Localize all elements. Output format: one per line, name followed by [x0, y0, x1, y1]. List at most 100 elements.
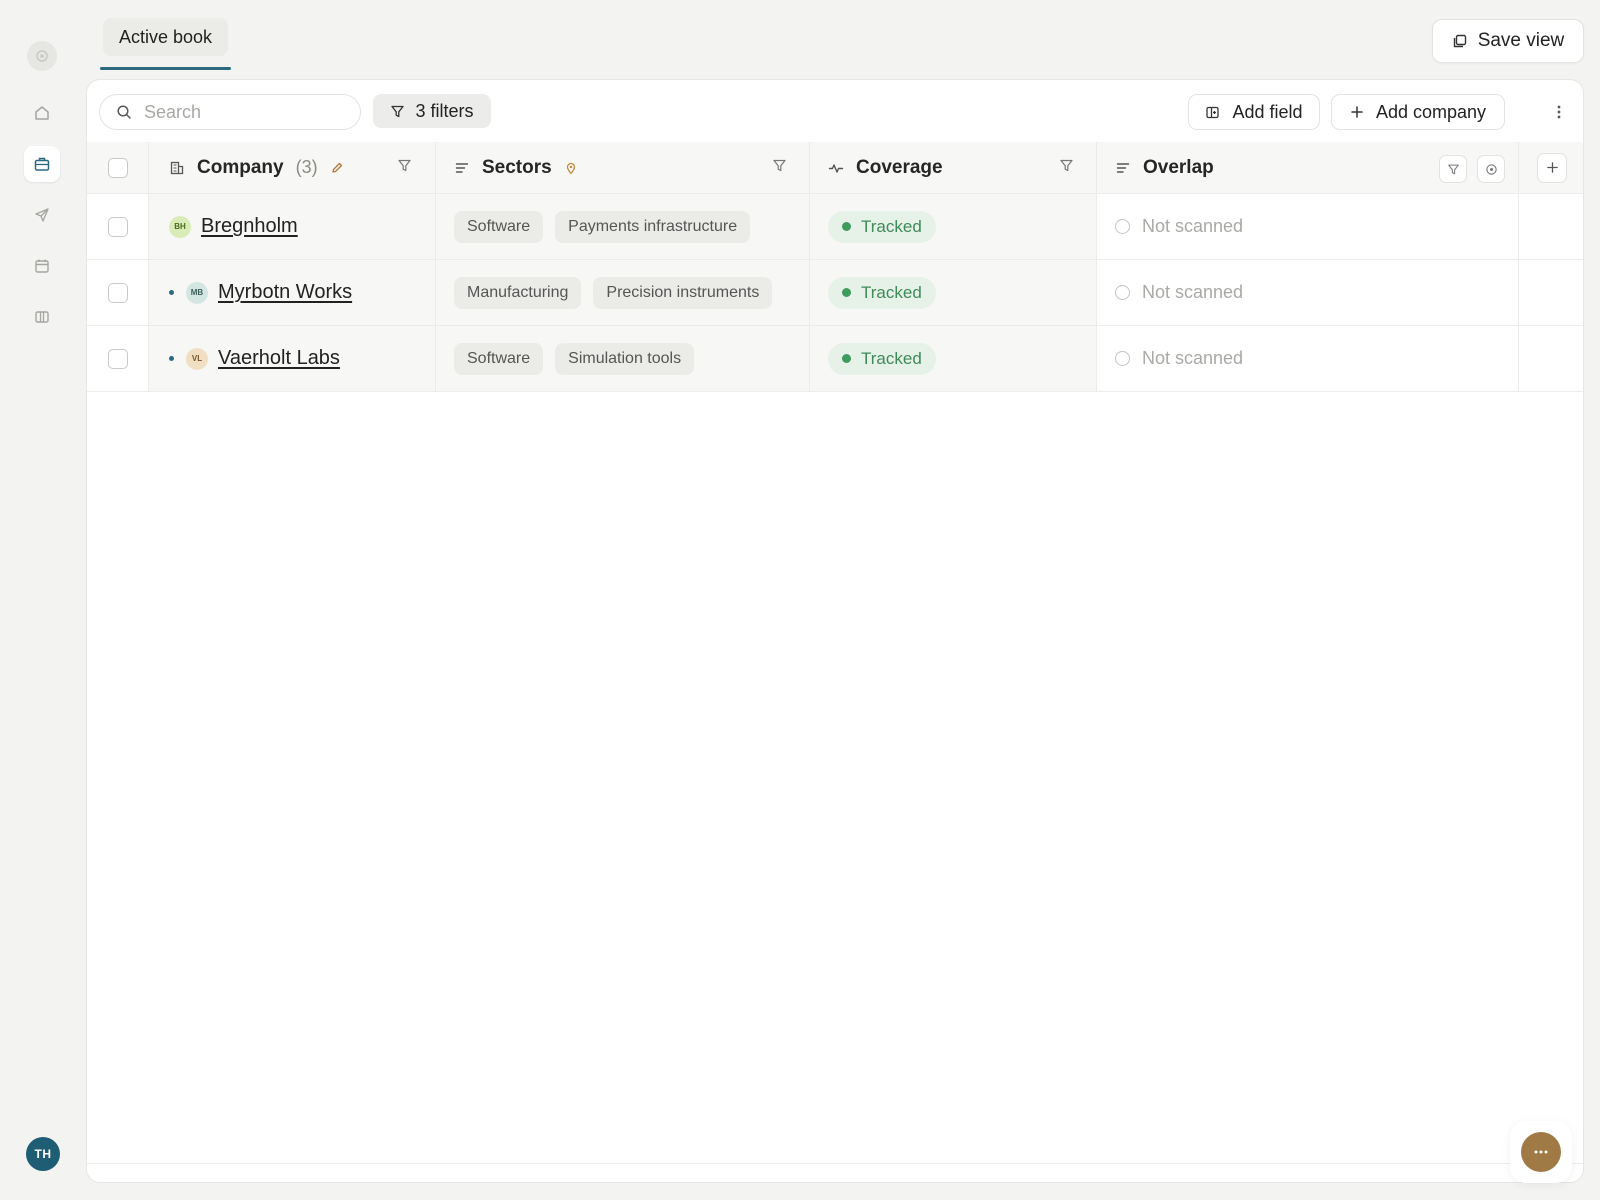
column-label-overlap: Overlap: [1143, 156, 1214, 178]
filter-icon: [391, 105, 405, 117]
nav-calendar[interactable]: [24, 248, 60, 284]
coverage-filter-icon[interactable]: [1059, 158, 1074, 173]
overlap-filter-icon[interactable]: [1439, 155, 1467, 183]
coverage-status-badge[interactable]: Tracked: [828, 342, 936, 375]
overlap-status[interactable]: Not scanned: [1115, 282, 1243, 303]
overlap-status-label: Not scanned: [1142, 282, 1244, 302]
pin-icon[interactable]: [564, 161, 578, 175]
column-label-company: Company: [197, 156, 284, 178]
edit-icon[interactable]: [330, 161, 344, 175]
add-company-button[interactable]: Add company: [1331, 94, 1505, 130]
row-checkbox[interactable]: [107, 216, 128, 237]
sector-tag[interactable]: Software: [454, 210, 544, 243]
status-dot-icon: [842, 354, 851, 363]
table-row[interactable]: VL Vaerholt Labs Software Simulation too…: [87, 326, 1583, 392]
coverage-status-label: Tracked: [861, 348, 922, 368]
app-logo-icon[interactable]: [27, 41, 57, 71]
empty-circle-icon: [1115, 351, 1130, 366]
overlap-scan-icon[interactable]: [1477, 155, 1505, 183]
sectors-filter-icon[interactable]: [772, 158, 787, 173]
copy-icon: [1453, 34, 1466, 48]
add-column-button[interactable]: [1537, 152, 1567, 183]
building-icon: [170, 161, 184, 174]
column-label-coverage: Coverage: [856, 156, 943, 178]
empty-circle-icon: [1115, 219, 1130, 234]
row-checkbox[interactable]: [107, 282, 128, 303]
save-view-label: Save view: [1477, 30, 1565, 51]
left-rail: TH: [0, 0, 86, 1200]
nav-board[interactable]: [24, 299, 60, 335]
coverage-status-label: Tracked: [861, 216, 922, 236]
nav-outreach[interactable]: [24, 197, 60, 233]
search-icon: [117, 105, 131, 119]
overlap-status[interactable]: Not scanned: [1115, 348, 1243, 369]
filters-label: 3 filters: [415, 100, 474, 121]
company-logo-badge: MB: [186, 281, 208, 304]
search-box[interactable]: [99, 94, 361, 130]
sector-tag[interactable]: Payments infrastructure: [555, 210, 751, 243]
text-lines-icon: [455, 162, 469, 173]
status-dot-icon: [842, 288, 851, 297]
column-header-company[interactable]: Company (3): [149, 142, 436, 193]
horizontal-scrollbar-track[interactable]: [87, 1163, 1583, 1164]
overlap-status-label: Not scanned: [1142, 216, 1244, 236]
company-name-link[interactable]: Vaerholt Labs: [218, 347, 340, 370]
coverage-status-badge[interactable]: Tracked: [828, 210, 936, 243]
add-company-label: Add company: [1375, 101, 1487, 122]
tab-label: Active book: [102, 18, 229, 56]
company-name-link[interactable]: Myrbotn Works: [218, 281, 352, 304]
add-field-button[interactable]: Add field: [1188, 94, 1320, 130]
company-filter-icon[interactable]: [397, 158, 412, 173]
table-row[interactable]: BH Bregnholm Software Payments infrastru…: [87, 194, 1583, 260]
overlap-status[interactable]: Not scanned: [1115, 216, 1243, 237]
tab-active-book[interactable]: Active book: [100, 18, 231, 70]
column-header-coverage[interactable]: Coverage: [810, 142, 1097, 193]
companies-table-card: 3 filters Add field Add company Company …: [86, 79, 1584, 1183]
company-logo-badge: VL: [186, 347, 208, 370]
user-avatar[interactable]: TH: [26, 1137, 60, 1171]
add-field-label: Add field: [1232, 101, 1303, 122]
calendar-icon: [35, 259, 49, 273]
more-vertical-icon: [1557, 105, 1561, 119]
unread-dot-icon: [169, 290, 174, 295]
briefcase-icon: [34, 157, 50, 171]
more-options-button[interactable]: [1545, 98, 1573, 126]
filters-button[interactable]: 3 filters: [373, 94, 491, 128]
activity-icon: [828, 163, 844, 173]
sector-tag[interactable]: Software: [454, 342, 544, 375]
overlap-status-label: Not scanned: [1142, 348, 1244, 368]
chat-dots-icon: [1534, 1150, 1548, 1154]
table-toolbar: 3 filters Add field Add company: [87, 80, 1583, 142]
text-lines-icon: [1116, 162, 1130, 173]
nav-companies[interactable]: [24, 146, 60, 182]
sector-tag[interactable]: Manufacturing: [454, 276, 582, 309]
send-icon: [35, 208, 49, 222]
chat-button[interactable]: [1510, 1121, 1572, 1183]
plus-icon: [1351, 106, 1363, 118]
company-name-link[interactable]: Bregnholm: [201, 215, 298, 238]
unread-dot-icon: [169, 356, 174, 361]
board-icon: [35, 311, 49, 323]
column-header-overlap[interactable]: Overlap: [1097, 142, 1519, 193]
company-logo-badge: BH: [169, 215, 191, 238]
companies-table: Company (3) Sectors Coverage Overlap BH …: [87, 142, 1583, 392]
home-icon: [35, 106, 49, 120]
empty-circle-icon: [1115, 285, 1130, 300]
company-count: (3): [295, 157, 318, 177]
add-column-icon: [1206, 106, 1220, 118]
nav-home[interactable]: [24, 95, 60, 131]
column-label-sectors: Sectors: [482, 156, 552, 178]
table-row[interactable]: MB Myrbotn Works Manufacturing Precision…: [87, 260, 1583, 326]
search-input[interactable]: [144, 101, 344, 123]
plus-icon: [1546, 162, 1558, 173]
sector-tag[interactable]: Precision instruments: [593, 276, 773, 309]
table-header-row: Company (3) Sectors Coverage Overlap: [87, 142, 1583, 194]
select-all-checkbox[interactable]: [107, 157, 128, 178]
status-dot-icon: [842, 222, 851, 231]
tab-active-indicator: [100, 67, 231, 70]
save-view-button[interactable]: Save view: [1432, 19, 1584, 63]
sector-tag[interactable]: Simulation tools: [555, 342, 695, 375]
column-header-sectors[interactable]: Sectors: [436, 142, 810, 193]
row-checkbox[interactable]: [107, 348, 128, 369]
coverage-status-badge[interactable]: Tracked: [828, 276, 936, 309]
